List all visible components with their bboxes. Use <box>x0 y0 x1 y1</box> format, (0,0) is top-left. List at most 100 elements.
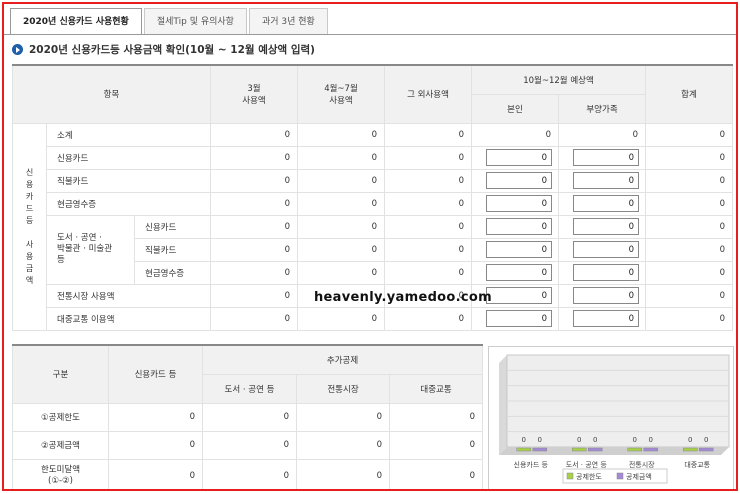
header-dependents: 부양가족 <box>558 93 646 124</box>
header-item: 항목 <box>12 64 211 124</box>
deduction-chart: 0 0 신용카드 등 0 0 도서 · 공연 등 0 0 전통시장 0 0 대중교통 공제한도 공제금액 <box>488 346 734 489</box>
self-culture-debit-input[interactable] <box>486 241 552 258</box>
cell-value: 0 <box>297 214 385 239</box>
dependents-debit-input[interactable] <box>573 172 639 189</box>
cell-value: 0 <box>108 430 203 460</box>
cell-value: 0 <box>384 214 472 239</box>
cell-value: 0 <box>210 283 298 308</box>
row-label: 대중교통 이용액 <box>46 306 211 331</box>
cell-value: 0 <box>297 122 385 147</box>
dependents-credit-input[interactable] <box>573 149 639 166</box>
cell-value: 0 <box>558 122 646 147</box>
dependents-transit-input[interactable] <box>573 310 639 327</box>
cell-value: 0 <box>297 191 385 216</box>
cell-value: 0 <box>210 260 298 285</box>
dependents-cash-receipt-input[interactable] <box>573 195 639 212</box>
row-label: 신용카드 <box>46 145 211 170</box>
culture-label: 도서 · 공연 · 박물관 · 미술관 등 <box>46 214 135 285</box>
watermark-text: heavenly.yamedoo.com <box>314 290 492 305</box>
row-label: 전통시장 사용액 <box>46 283 211 308</box>
tab-past-3-years[interactable]: 과거 3년 현황 <box>248 8 328 34</box>
header-self: 본인 <box>471 93 559 124</box>
cell-value: 0 <box>296 430 390 460</box>
row-label: 직불카드 <box>46 168 211 193</box>
self-transit-input[interactable] <box>486 310 552 327</box>
cell-value: 0 <box>645 260 733 285</box>
cell-value: 0 <box>645 122 733 147</box>
self-credit-input[interactable] <box>486 149 552 166</box>
cell-value: 0 <box>202 430 297 460</box>
dependents-culture-cash-input[interactable] <box>573 264 639 281</box>
chart-bar <box>572 447 587 452</box>
cell-value: 0 <box>384 168 472 193</box>
header-credit: 신용카드 등 <box>108 344 203 404</box>
cell-value: 0 <box>210 145 298 170</box>
tab-2020-usage[interactable]: 2020년 신용카드 사용현황 <box>10 8 142 34</box>
chart-data-label: 0 <box>593 436 597 444</box>
cell-value: 0 <box>645 191 733 216</box>
cell-value: 0 <box>471 122 559 147</box>
cell-value: 0 <box>645 306 733 331</box>
self-debit-input[interactable] <box>486 172 552 189</box>
cell-value: 0 <box>388 430 484 460</box>
cell-value: 0 <box>297 237 385 262</box>
header-culture: 도서 · 공연 등 <box>202 373 297 404</box>
cell-value: 0 <box>108 458 203 489</box>
deduction-table: 구분 신용카드 등 추가공제 도서 · 공연 등 전통시장 대중교통 ①공제한도… <box>12 344 484 489</box>
section-title: 2020년 신용카드등 사용금액 확인(10월 ~ 12월 예상액 입력) <box>29 44 315 56</box>
cell-value: 0 <box>384 237 472 262</box>
table-row: 신용카드 0 0 0 0 <box>13 145 733 170</box>
self-culture-credit-input[interactable] <box>486 218 552 235</box>
self-culture-cash-input[interactable] <box>486 264 552 281</box>
header-transit: 대중교통 <box>388 373 484 404</box>
side-label: 신 용 카 드 등 사 용 금 액 <box>12 122 47 331</box>
row-label: 직불카드 <box>134 237 211 262</box>
arrow-bullet-icon <box>12 44 23 55</box>
chart-bar <box>683 447 698 452</box>
row-label: 현금영수증 <box>46 191 211 216</box>
chart-x-tick-label: 전통시장 <box>629 460 655 469</box>
cell-value: 0 <box>384 306 472 331</box>
cell-value: 0 <box>645 283 733 308</box>
cell-value: 0 <box>108 402 203 432</box>
dependents-culture-debit-input[interactable] <box>573 241 639 258</box>
dependents-market-input[interactable] <box>573 287 639 304</box>
chart-data-label: 0 <box>704 436 708 444</box>
calculator-frame: 2020년 신용카드 사용현황 절세Tip 및 유의사항 과거 3년 현황 20… <box>2 2 738 491</box>
chart-data-label: 0 <box>522 436 526 444</box>
cell-value: 0 <box>384 145 472 170</box>
cell-value: 0 <box>297 168 385 193</box>
tab-underline <box>4 34 736 35</box>
chart-bar <box>516 447 531 452</box>
cell-value: 0 <box>210 122 298 147</box>
row-label: 신용카드 <box>134 214 211 239</box>
tab-bar: 2020년 신용카드 사용현황 절세Tip 및 유의사항 과거 3년 현황 <box>10 8 330 34</box>
row-label: 현금영수증 <box>134 260 211 285</box>
cell-value: 0 <box>297 306 385 331</box>
cell-value: 0 <box>210 191 298 216</box>
self-market-input[interactable] <box>486 287 552 304</box>
chart-x-tick-label: 도서 · 공연 등 <box>566 460 608 469</box>
legend-label: 공제금액 <box>626 473 652 481</box>
cell-value: 0 <box>297 145 385 170</box>
table-row: 신 용 카 드 등 사 용 금 액 소계 0 0 0 0 0 0 <box>12 122 733 331</box>
self-cash-receipt-input[interactable] <box>486 195 552 212</box>
cell-value: 0 <box>202 402 297 432</box>
row-label: ①공제한도 <box>12 402 109 432</box>
table-row: ②공제금액 0 0 0 0 <box>12 430 484 460</box>
chart-data-label: 0 <box>688 436 692 444</box>
row-label: 한도미달액 (①-②) <box>12 458 109 489</box>
tab-tax-tips[interactable]: 절세Tip 및 유의사항 <box>143 8 247 34</box>
chart-bar <box>643 447 658 452</box>
dependents-culture-credit-input[interactable] <box>573 218 639 235</box>
chart-x-tick-label: 대중교통 <box>684 461 710 469</box>
header-forecast: 10월~12월 예상액 <box>471 64 646 95</box>
chart-bar <box>627 447 642 452</box>
table-row: 한도미달액 (①-②) 0 0 0 0 <box>12 458 484 489</box>
chart-bar <box>699 447 714 452</box>
cell-value: 0 <box>297 260 385 285</box>
header-other: 그 외사용액 <box>384 64 472 124</box>
row-label: ②공제금액 <box>12 430 109 460</box>
header-total: 합계 <box>645 64 733 124</box>
header-apr-jul: 4월~7월 사용액 <box>297 64 385 124</box>
